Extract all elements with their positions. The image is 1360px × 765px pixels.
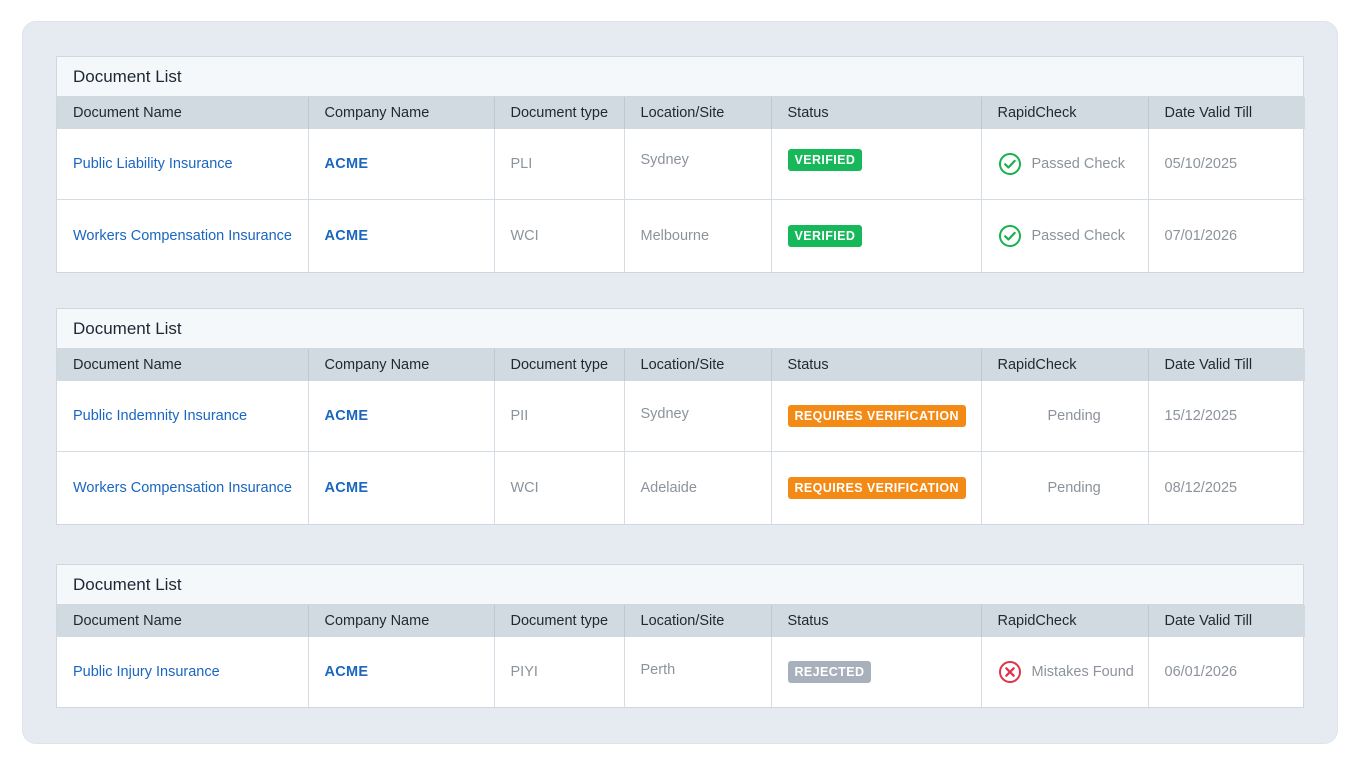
check-circle-icon — [998, 152, 1021, 175]
header-company-name[interactable]: Company Name — [308, 605, 495, 637]
date-valid-till: 07/01/2026 — [1148, 198, 1305, 272]
company-link[interactable]: ACME — [325, 228, 369, 244]
table-row[interactable]: Public Liability Insurance ACME PLI Sydn… — [57, 129, 1305, 199]
table-row[interactable]: Public Indemnity Insurance ACME PII Sydn… — [57, 381, 1305, 451]
header-document-name[interactable]: Document Name — [57, 349, 309, 381]
rapidcheck-label: Mistakes Found — [1031, 664, 1134, 680]
header-document-type[interactable]: Document type — [494, 605, 625, 637]
table-row[interactable]: Workers Compensation Insurance ACME WCI … — [57, 198, 1305, 272]
company-link[interactable]: ACME — [325, 408, 369, 424]
status-badge: REQUIRES VERIFICATION — [787, 476, 966, 499]
document-list-panel: Document List Document Name Company Name… — [56, 308, 1305, 525]
rapidcheck-result: Mistakes Found — [998, 660, 1148, 684]
status-badge: REQUIRES VERIFICATION — [787, 404, 966, 427]
x-circle-icon — [998, 661, 1021, 683]
header-rapidcheck[interactable]: RapidCheck — [981, 97, 1149, 129]
document-name-link[interactable]: Public Indemnity Insurance — [73, 408, 247, 424]
document-type: PIYI — [494, 637, 625, 707]
header-document-type[interactable]: Document type — [494, 349, 625, 381]
header-row: Document Name Company Name Document type… — [57, 97, 1305, 129]
header-row: Document Name Company Name Document type… — [57, 349, 1305, 381]
rapidcheck-label: Pending — [1047, 479, 1101, 496]
location: Melbourne — [624, 198, 772, 272]
check-circle-icon — [998, 224, 1021, 247]
header-date-valid-till[interactable]: Date Valid Till — [1148, 605, 1305, 637]
table-row[interactable]: Public Injury Insurance ACME PIYI Perth … — [57, 637, 1305, 707]
header-document-name[interactable]: Document Name — [57, 605, 309, 637]
company-link[interactable]: ACME — [325, 480, 369, 496]
header-date-valid-till[interactable]: Date Valid Till — [1148, 349, 1305, 381]
header-company-name[interactable]: Company Name — [308, 349, 495, 381]
document-table: Document Name Company Name Document type… — [57, 349, 1305, 524]
rapidcheck-label: Pending — [1047, 407, 1101, 424]
header-status[interactable]: Status — [771, 349, 982, 381]
rapidcheck-result: Passed Check — [998, 224, 1148, 248]
document-name-link[interactable]: Workers Compensation Insurance — [73, 228, 292, 244]
header-rapidcheck[interactable]: RapidCheck — [981, 349, 1149, 381]
document-name-link[interactable]: Public Injury Insurance — [73, 664, 220, 680]
header-row: Document Name Company Name Document type… — [57, 605, 1305, 637]
status-badge: VERIFIED — [787, 148, 863, 171]
document-list-panel: Document List Document Name Company Name… — [56, 564, 1305, 708]
location: Sydney — [624, 129, 772, 199]
panel-title: Document List — [57, 309, 1303, 349]
status-badge: REJECTED — [787, 661, 872, 683]
header-status[interactable]: Status — [771, 605, 982, 637]
rapidcheck-label: Passed Check — [1031, 227, 1126, 244]
panel-title: Document List — [57, 57, 1303, 97]
location: Adelaide — [624, 450, 772, 524]
header-location[interactable]: Location/Site — [624, 349, 772, 381]
header-date-valid-till[interactable]: Date Valid Till — [1148, 97, 1305, 129]
document-name-link[interactable]: Public Liability Insurance — [73, 156, 233, 172]
header-rapidcheck[interactable]: RapidCheck — [981, 605, 1149, 637]
rapidcheck-label: Passed Check — [1031, 155, 1126, 172]
document-table: Document Name Company Name Document type… — [57, 97, 1305, 272]
company-link[interactable]: ACME — [325, 156, 369, 172]
header-location[interactable]: Location/Site — [624, 605, 772, 637]
status-badge: VERIFIED — [787, 224, 863, 247]
location: Perth — [624, 637, 772, 707]
document-list-panel: Document List Document Name Company Name… — [56, 56, 1305, 273]
document-type: PII — [494, 381, 625, 451]
location: Sydney — [624, 381, 772, 451]
rapidcheck-result: Passed Check — [998, 152, 1148, 176]
table-row[interactable]: Workers Compensation Insurance ACME WCI … — [57, 450, 1305, 524]
document-type: WCI — [494, 450, 625, 524]
date-valid-till: 15/12/2025 — [1164, 407, 1238, 424]
document-type: WCI — [494, 198, 625, 272]
company-link[interactable]: ACME — [325, 664, 369, 680]
date-valid-till: 08/12/2025 — [1148, 450, 1305, 524]
header-document-name[interactable]: Document Name — [57, 97, 309, 129]
date-valid-till: 06/01/2026 — [1164, 664, 1238, 680]
header-location[interactable]: Location/Site — [624, 97, 772, 129]
document-name-link[interactable]: Workers Compensation Insurance — [73, 480, 292, 496]
document-type: PLI — [494, 129, 625, 199]
panel-title: Document List — [57, 565, 1303, 605]
date-valid-till: 05/10/2025 — [1164, 155, 1238, 172]
document-table: Document Name Company Name Document type… — [57, 605, 1305, 707]
header-document-type[interactable]: Document type — [494, 97, 625, 129]
header-company-name[interactable]: Company Name — [308, 97, 495, 129]
header-status[interactable]: Status — [771, 97, 982, 129]
